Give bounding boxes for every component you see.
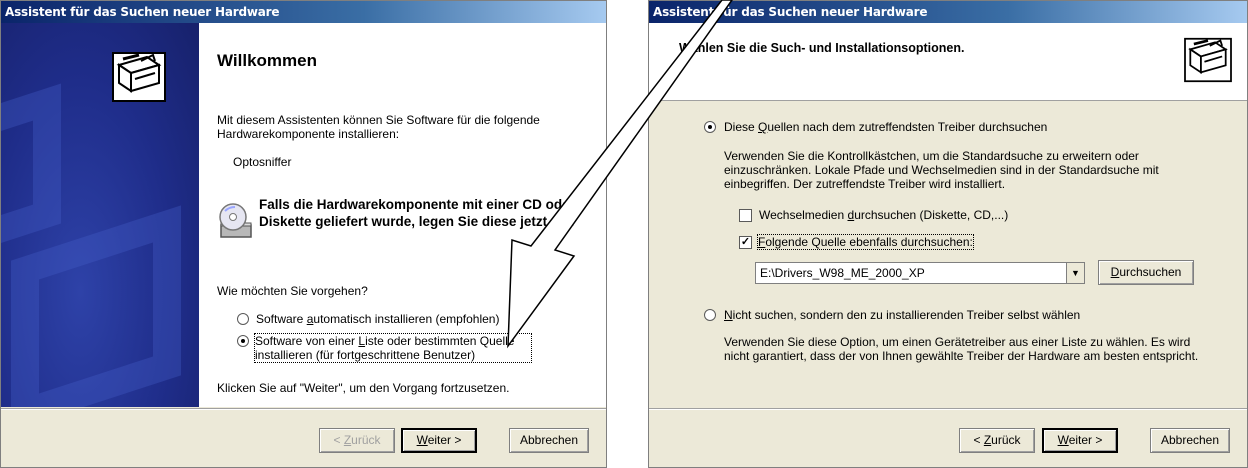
wizard-side-banner	[1, 23, 199, 407]
browse-button[interactable]: Durchsuchen	[1098, 260, 1194, 285]
checkbox-removable-media-label[interactable]: Wechselmedien durchsuchen (Diskette, CD,…	[759, 208, 1008, 222]
header-band: Wählen Sie die Such- und Installationsop…	[649, 23, 1247, 101]
checkbox-include-path[interactable]: ✓	[739, 236, 752, 249]
cancel-button[interactable]: Abbrechen	[509, 428, 589, 453]
hardware-wizard-icon	[112, 52, 166, 102]
button-separator	[1, 408, 606, 410]
checkbox-removable-media[interactable]	[739, 209, 752, 222]
radio-list-install-label[interactable]: Software von einer Liste oder bestimmten…	[254, 333, 532, 363]
back-button[interactable]: < Zurück	[959, 428, 1035, 453]
question-label: Wie möchten Sie vorgehen?	[217, 284, 368, 298]
wizard-search-options-dialog: Assistent für das Suchen neuer Hardware …	[648, 0, 1248, 468]
radio-search-sources-label[interactable]: Diese Quellen nach dem zutreffendsten Tr…	[724, 120, 1047, 134]
cancel-button[interactable]: Abbrechen	[1150, 428, 1230, 453]
search-description: Verwenden Sie die Kontrollkästchen, um d…	[724, 149, 1159, 191]
next-button[interactable]: Weiter >	[1042, 428, 1118, 453]
cd-insert-note: Falls die Hardwarekomponente mit einer C…	[259, 197, 575, 229]
continue-hint: Klicken Sie auf "Weiter", um den Vorgang…	[217, 381, 510, 395]
checkbox-include-path-label[interactable]: Folgende Quelle ebenfalls durchsuchen:	[757, 234, 974, 250]
radio-auto-install[interactable]	[237, 313, 249, 325]
device-name: Optosniffer	[233, 155, 292, 169]
page-title: Willkommen	[217, 51, 317, 70]
radio-search-sources[interactable]	[704, 121, 716, 133]
manual-description: Verwenden Sie diese Option, um einen Ger…	[724, 335, 1199, 363]
chevron-down-icon[interactable]: ▼	[1066, 263, 1084, 283]
path-combobox[interactable]: E:\Drivers_W98_ME_2000_XP ▼	[755, 262, 1085, 284]
hardware-wizard-icon	[1184, 37, 1232, 83]
wizard-welcome-dialog: Assistent für das Suchen neuer Hardware …	[0, 0, 607, 468]
radio-manual-select-label[interactable]: Nicht suchen, sondern den zu installiere…	[724, 308, 1080, 322]
left-title-bar: Assistent für das Suchen neuer Hardware	[1, 1, 606, 23]
intro-text: Mit diesem Assistenten können Sie Softwa…	[217, 113, 540, 141]
right-title-bar: Assistent für das Suchen neuer Hardware	[649, 1, 1247, 23]
path-value: E:\Drivers_W98_ME_2000_XP	[760, 266, 925, 280]
back-button[interactable]: < Zurück	[319, 428, 395, 453]
next-button[interactable]: Weiter >	[401, 428, 477, 453]
radio-auto-install-label[interactable]: Software automatisch installieren (empfo…	[256, 312, 499, 326]
page-title: Wählen Sie die Such- und Installationsop…	[679, 41, 965, 55]
radio-list-install[interactable]	[237, 335, 249, 347]
cd-drive-icon	[219, 203, 252, 238]
button-separator	[649, 408, 1247, 410]
radio-manual-select[interactable]	[704, 309, 716, 321]
